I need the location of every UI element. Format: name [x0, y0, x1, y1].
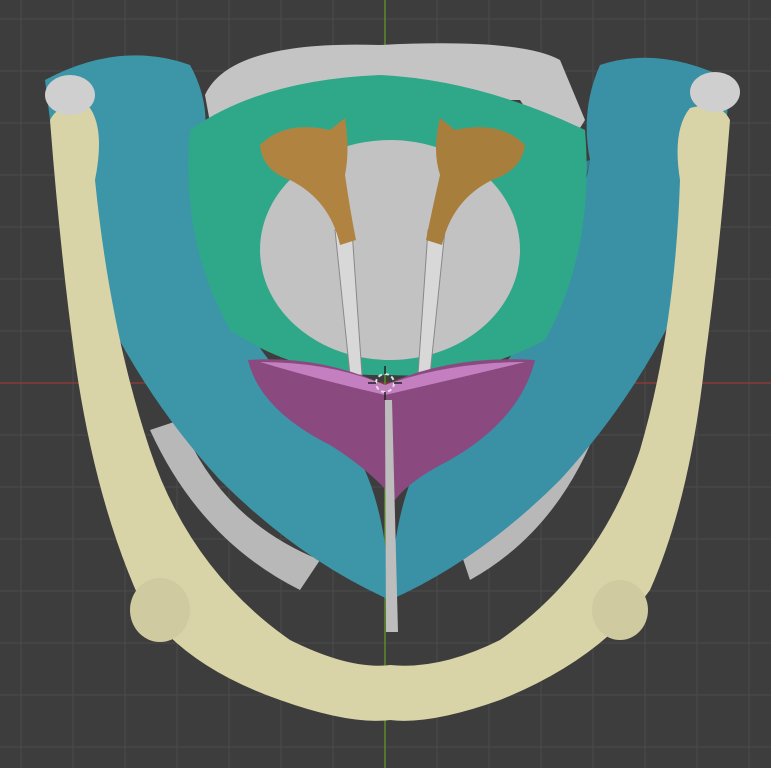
cricoid-cartilage[interactable]: [188, 75, 587, 376]
viewport-canvas[interactable]: [0, 0, 771, 768]
3d-viewport[interactable]: [0, 0, 771, 768]
